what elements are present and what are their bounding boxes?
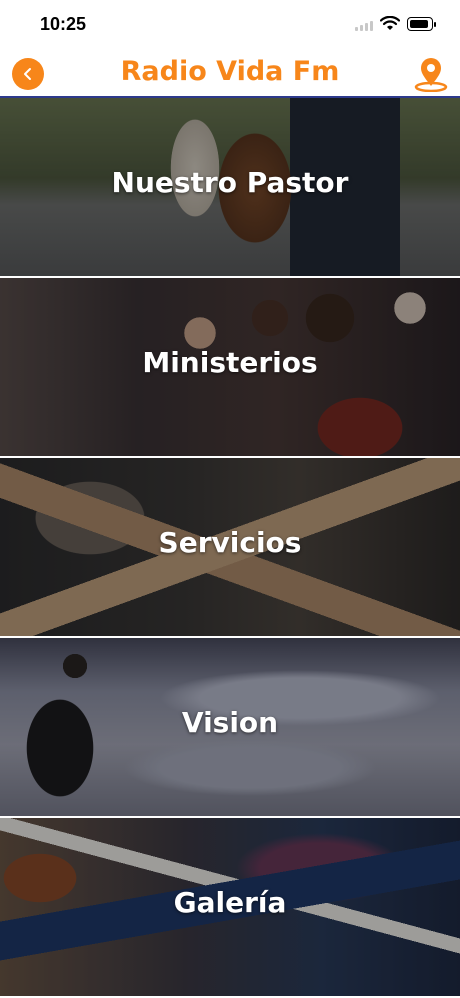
app-title: Radio Vida Fm xyxy=(120,56,340,87)
menu-item-label: Servicios xyxy=(158,526,302,559)
menu-item-label: Nuestro Pastor xyxy=(111,166,349,199)
menu-item-nuestro-pastor[interactable]: Nuestro Pastor xyxy=(0,98,460,278)
menu-item-galeria[interactable]: Galería xyxy=(0,818,460,998)
menu-item-vision[interactable]: Vision xyxy=(0,638,460,818)
wifi-icon xyxy=(380,16,400,30)
menu-item-label: Galería xyxy=(173,886,287,919)
status-time: 10:25 xyxy=(40,14,87,34)
battery-icon xyxy=(407,17,436,31)
location-button[interactable] xyxy=(414,56,448,93)
status-bar: 10:25 xyxy=(0,0,460,48)
signal-icon xyxy=(355,21,375,31)
nav-bar: Radio Vida Fm xyxy=(0,48,460,98)
menu-item-servicios[interactable]: Servicios xyxy=(0,458,460,638)
menu-item-ministerios[interactable]: Ministerios xyxy=(0,278,460,458)
menu-item-label: Vision xyxy=(181,706,279,739)
menu-item-label: Ministerios xyxy=(142,346,318,379)
map-pin-icon xyxy=(414,58,448,93)
menu-list: Nuestro Pastor Ministerios Servicios Vis… xyxy=(0,98,460,998)
